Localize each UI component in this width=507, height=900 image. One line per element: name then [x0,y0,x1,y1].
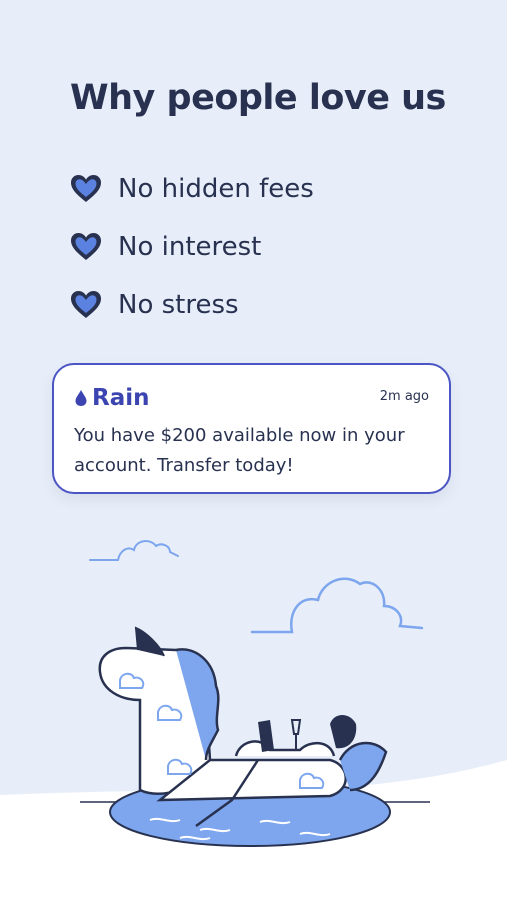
unicorn-float-illustration [0,540,507,900]
